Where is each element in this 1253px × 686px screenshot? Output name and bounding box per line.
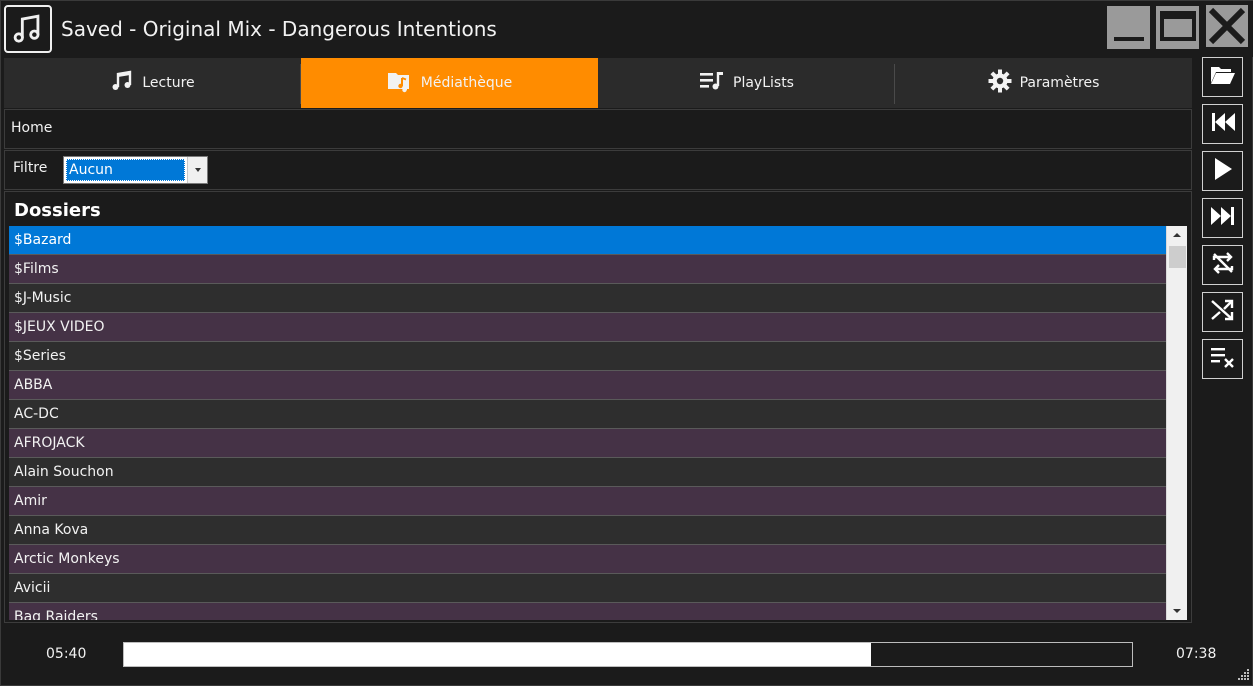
- previous-track-icon: [1210, 111, 1236, 137]
- media-player-window: Saved - Original Mix - Dangerous Intenti…: [0, 0, 1253, 686]
- main-tabs: Lecture Médiathèque PlayLists Paramètres: [4, 58, 1192, 108]
- music-folder-icon: [387, 69, 413, 97]
- tab-label: Paramètres: [1019, 75, 1100, 91]
- list-item[interactable]: $J-Music: [9, 284, 1166, 313]
- scroll-thumb[interactable]: [1169, 246, 1186, 268]
- shuffle-icon: [1210, 297, 1236, 327]
- title-bar: Saved - Original Mix - Dangerous Intenti…: [1, 1, 1253, 57]
- folders-title: Dossiers: [14, 200, 101, 221]
- music-note-icon: [110, 69, 134, 97]
- list-item[interactable]: Amir: [9, 487, 1166, 516]
- filter-label: Filtre: [13, 160, 48, 176]
- folder-list[interactable]: $Bazard $Films $J-Music $JEUX VIDEO $Series A…: [9, 226, 1166, 620]
- open-folder-icon: [1210, 64, 1236, 90]
- playlist-icon: [699, 70, 725, 96]
- list-item[interactable]: Arctic Monkeys: [9, 545, 1166, 574]
- scrollbar[interactable]: [1166, 226, 1187, 620]
- tab-label: Lecture: [142, 75, 195, 91]
- play-button[interactable]: [1202, 151, 1243, 191]
- list-item[interactable]: Avicii: [9, 574, 1166, 603]
- shuffle-button[interactable]: [1202, 292, 1243, 332]
- list-item[interactable]: AFROJACK: [9, 429, 1166, 458]
- resize-grip-icon[interactable]: [1235, 667, 1251, 683]
- filter-row: Filtre Aucun: [4, 150, 1192, 190]
- close-icon: [1205, 4, 1248, 51]
- breadcrumb-home[interactable]: Home: [11, 120, 52, 136]
- maximize-button[interactable]: [1156, 6, 1199, 49]
- tab-parametres[interactable]: Paramètres: [895, 58, 1192, 108]
- next-track-button[interactable]: [1202, 198, 1243, 238]
- current-time: 05:40: [46, 646, 87, 662]
- tab-label: PlayLists: [733, 75, 794, 91]
- list-item[interactable]: $Series: [9, 342, 1166, 371]
- list-item[interactable]: Alain Souchon: [9, 458, 1166, 487]
- repeat-off-icon: [1210, 250, 1236, 280]
- breadcrumb[interactable]: Home: [4, 109, 1192, 149]
- list-item[interactable]: $JEUX VIDEO: [9, 313, 1166, 342]
- seek-bar-fill: [124, 643, 871, 666]
- chevron-down-icon[interactable]: [187, 157, 207, 183]
- clear-playlist-icon: [1210, 345, 1236, 373]
- list-item[interactable]: Bag Raiders: [9, 603, 1166, 620]
- next-track-icon: [1210, 205, 1236, 231]
- list-item[interactable]: $Bazard: [9, 226, 1166, 255]
- minimize-icon: [1112, 9, 1146, 47]
- previous-track-button[interactable]: [1202, 104, 1243, 144]
- maximize-icon: [1159, 9, 1196, 47]
- scroll-down-arrow-icon[interactable]: [1167, 602, 1187, 620]
- gear-icon: [988, 69, 1012, 97]
- repeat-button[interactable]: [1202, 245, 1243, 285]
- clear-playlist-button[interactable]: [1202, 339, 1243, 379]
- total-time: 07:38: [1176, 646, 1217, 662]
- tab-playlists[interactable]: PlayLists: [598, 58, 895, 108]
- window-title: Saved - Original Mix - Dangerous Intenti…: [61, 17, 497, 41]
- list-item[interactable]: Anna Kova: [9, 516, 1166, 545]
- filter-dropdown[interactable]: Aucun: [63, 156, 208, 184]
- seek-bar[interactable]: [123, 642, 1133, 667]
- close-button[interactable]: [1205, 4, 1248, 51]
- tab-label: Médiathèque: [420, 75, 513, 91]
- list-item[interactable]: ABBA: [9, 371, 1166, 400]
- minimize-button[interactable]: [1107, 6, 1150, 49]
- filter-selected-value: Aucun: [66, 159, 185, 181]
- list-item[interactable]: $Films: [9, 255, 1166, 284]
- open-folder-button[interactable]: [1202, 57, 1243, 97]
- scroll-up-arrow-icon[interactable]: [1167, 226, 1187, 244]
- play-icon: [1212, 157, 1234, 185]
- list-item[interactable]: AC-DC: [9, 400, 1166, 429]
- tab-mediatheque[interactable]: Médiathèque: [301, 58, 598, 108]
- music-note-icon: [4, 5, 52, 53]
- tab-lecture[interactable]: Lecture: [4, 58, 301, 108]
- folders-panel: Dossiers $Bazard $Films $J-Music $JEUX VIDE…: [4, 191, 1192, 623]
